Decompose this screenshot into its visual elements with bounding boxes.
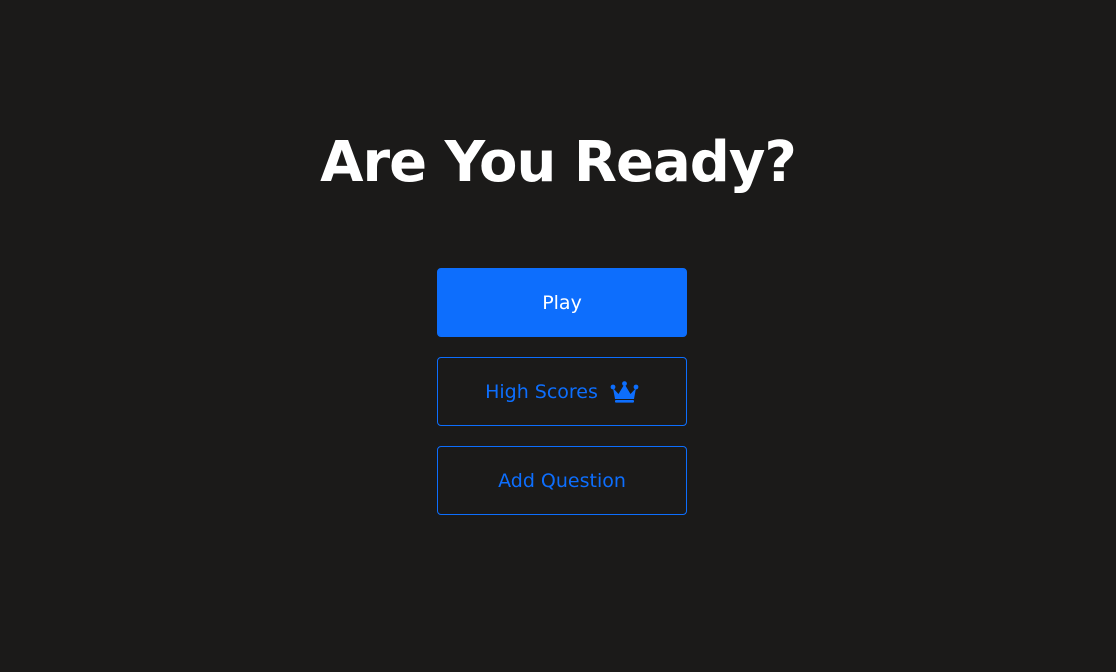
crown-icon — [610, 380, 639, 403]
page-title: Are You Ready? — [320, 130, 797, 195]
high-scores-button-label: High Scores — [485, 380, 598, 403]
play-button[interactable]: Play — [437, 268, 687, 337]
play-button-label: Play — [542, 291, 582, 314]
add-question-button[interactable]: Add Question — [437, 446, 687, 515]
add-question-button-label: Add Question — [498, 469, 626, 492]
start-screen: Are You Ready? Play High Scores Add Ques… — [0, 0, 1116, 672]
main-menu: Play High Scores Add Question — [437, 268, 687, 515]
high-scores-button[interactable]: High Scores — [437, 357, 687, 426]
